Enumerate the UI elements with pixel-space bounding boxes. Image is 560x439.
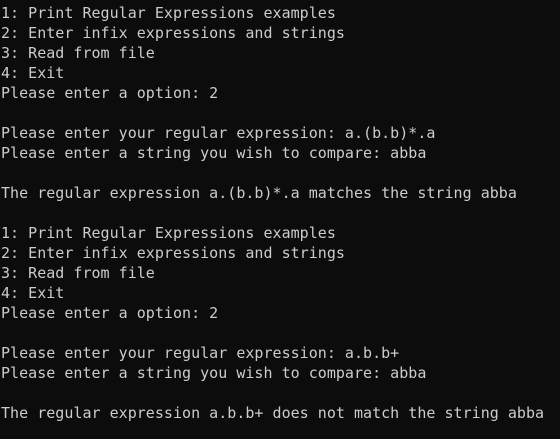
- menu-option-enter-infix: 2: Enter infix expressions and strings: [1, 244, 345, 262]
- regex-prompt: Please enter your regular expression: a.…: [1, 124, 436, 142]
- console-window[interactable]: 1: Print Regular Expressions examples 2:…: [0, 0, 560, 439]
- no-match-result: The regular expression a.b.b+ does not m…: [1, 404, 545, 422]
- string-prompt: Please enter a string you wish to compar…: [1, 364, 427, 382]
- match-result: The regular expression a.(b.b)*.a matche…: [1, 184, 517, 202]
- menu-option-print-examples: 1: Print Regular Expressions examples: [1, 224, 336, 242]
- menu-option-exit: 4: Exit: [1, 64, 65, 82]
- option-prompt: Please enter a option: 2: [1, 84, 219, 102]
- menu-option-exit: 4: Exit: [1, 284, 65, 302]
- menu-option-read-file: 3: Read from file: [1, 44, 155, 62]
- menu-option-enter-infix: 2: Enter infix expressions and strings: [1, 24, 345, 42]
- option-prompt: Please enter a option: 2: [1, 304, 219, 322]
- menu-option-print-examples: 1: Print Regular Expressions examples: [1, 4, 336, 22]
- regex-prompt: Please enter your regular expression: a.…: [1, 344, 400, 362]
- string-prompt: Please enter a string you wish to compar…: [1, 144, 427, 162]
- menu-option-read-file: 3: Read from file: [1, 264, 155, 282]
